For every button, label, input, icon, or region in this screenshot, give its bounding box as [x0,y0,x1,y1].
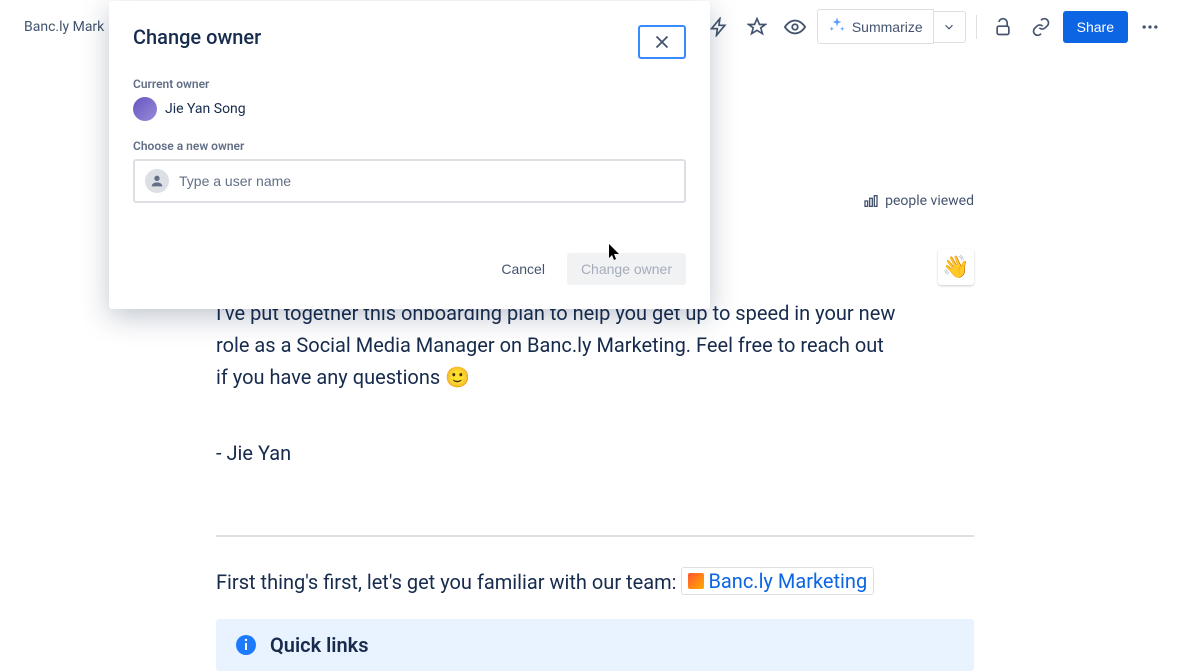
modal-header: Change owner [133,25,686,59]
summarize-button[interactable]: Summarize [817,9,934,44]
familiar-prefix: First thing's first, let's get you famil… [216,570,681,594]
quick-links-title: Quick links [270,633,369,657]
cancel-button[interactable]: Cancel [487,253,559,285]
close-button[interactable] [638,25,686,59]
familiar-line: First thing's first, let's get you famil… [216,567,974,595]
owner-name: Jie Yan Song [165,101,246,117]
sparkle-icon [828,16,846,37]
modal-footer: Cancel Change owner [133,253,686,285]
share-button[interactable]: Share [1063,11,1128,43]
analytics-icon [863,193,879,209]
toolbar-actions: Summarize Share [703,9,1166,44]
user-input-wrapper[interactable] [133,159,686,203]
user-name-input[interactable] [179,173,674,189]
modal-title: Change owner [133,25,261,49]
current-owner-row: Jie Yan Song [133,97,686,121]
team-link-text: Banc.ly Marketing [708,569,867,593]
team-page-link[interactable]: Banc.ly Marketing [681,567,874,595]
viewed-text: people viewed [885,193,974,209]
star-icon[interactable] [741,11,773,43]
breadcrumb[interactable]: Banc.ly Mark [24,19,104,35]
placeholder-avatar-icon [145,169,169,193]
emoji-reaction[interactable]: 👋 [938,249,974,285]
choose-owner-label: Choose a new owner [133,139,686,153]
divider [976,15,977,39]
info-content: Quick links [270,633,369,657]
link-icon[interactable] [1025,11,1057,43]
more-icon[interactable] [1134,11,1166,43]
current-owner-label: Current owner [133,77,686,91]
divider-line [216,535,974,537]
summarize-dropdown[interactable] [934,11,966,43]
close-icon [651,31,673,53]
summarize-label: Summarize [852,19,923,35]
info-icon [234,633,258,657]
change-owner-modal: Change owner Current owner Jie Yan Song … [109,1,710,309]
owner-avatar [133,97,157,121]
author-line: - Jie Yan [216,441,898,465]
change-owner-button[interactable]: Change owner [567,253,686,285]
wave-emoji: 👋 [942,255,969,280]
body-text: I've put together this onboarding plan t… [216,297,898,393]
info-panel: Quick links [216,619,974,671]
watch-icon[interactable] [779,11,811,43]
lock-icon[interactable] [987,11,1019,43]
summarize-group: Summarize [817,9,966,44]
space-icon [688,573,704,589]
